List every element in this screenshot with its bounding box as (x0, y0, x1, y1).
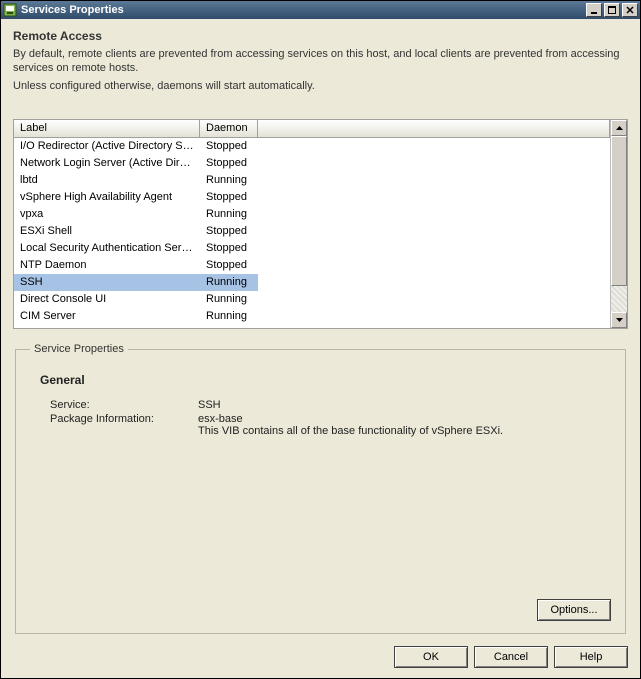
services-table: Label Daemon I/O Redirector (Active Dire… (13, 119, 628, 329)
table-header-row: Label Daemon (14, 120, 610, 138)
section-heading: Remote Access (13, 29, 628, 43)
column-header-label[interactable]: Label (14, 120, 200, 137)
cell-label: Network Login Server (Active Direc... (14, 155, 200, 172)
table-row[interactable]: vpxaRunning (14, 206, 610, 223)
cell-label: vSphere High Availability Agent (14, 189, 200, 206)
cell-label: I/O Redirector (Active Directory Se... (14, 138, 200, 155)
column-header-daemon[interactable]: Daemon (200, 120, 258, 137)
section-description-2: Unless configured otherwise, daemons wil… (13, 79, 628, 93)
table-row[interactable]: SSHRunning (14, 274, 610, 291)
section-description-1: By default, remote clients are prevented… (13, 47, 628, 75)
options-button[interactable]: Options... (537, 599, 611, 621)
package-info-key: Package Information: (50, 413, 198, 437)
scroll-track[interactable] (611, 136, 627, 312)
cell-daemon: Stopped (200, 240, 258, 257)
scroll-up-button[interactable] (611, 120, 627, 136)
cell-daemon: Stopped (200, 155, 258, 172)
package-info-value-2: This VIB contains all of the base functi… (198, 425, 611, 437)
service-key: Service: (50, 399, 198, 411)
scroll-thumb[interactable] (611, 136, 627, 286)
cell-daemon: Running (200, 308, 258, 325)
window: Services Properties Remote Access By def… (0, 0, 641, 679)
table-row[interactable]: I/O Redirector (Active Directory Se...St… (14, 138, 610, 155)
cell-daemon: Stopped (200, 223, 258, 240)
table-row[interactable]: Local Security Authentication Serv...Sto… (14, 240, 610, 257)
dialog-body: Remote Access By default, remote clients… (1, 19, 640, 638)
table-row[interactable]: Network Login Server (Active Direc...Sto… (14, 155, 610, 172)
table-row[interactable]: NTP DaemonStopped (14, 257, 610, 274)
general-heading: General (40, 373, 611, 387)
cell-daemon: Stopped (200, 138, 258, 155)
table-row[interactable]: lbtdRunning (14, 172, 610, 189)
cell-label: Direct Console UI (14, 291, 200, 308)
cell-label: lbtd (14, 172, 200, 189)
cancel-button[interactable]: Cancel (474, 646, 548, 668)
service-properties-legend: Service Properties (30, 343, 128, 355)
cell-label: Local Security Authentication Serv... (14, 240, 200, 257)
help-button[interactable]: Help (554, 646, 628, 668)
table-row[interactable]: CIM ServerRunning (14, 308, 610, 325)
cell-daemon: Running (200, 291, 258, 308)
scrollbar[interactable] (610, 120, 627, 328)
cell-daemon: Stopped (200, 257, 258, 274)
cell-label: SSH (14, 274, 200, 291)
dialog-footer: OK Cancel Help (1, 638, 640, 678)
minimize-button[interactable] (586, 3, 602, 17)
cell-daemon: Running (200, 274, 258, 291)
cell-daemon: Running (200, 172, 258, 189)
cell-label: vpxa (14, 206, 200, 223)
cell-daemon: Running (200, 206, 258, 223)
cell-label: NTP Daemon (14, 257, 200, 274)
column-header-empty[interactable] (258, 120, 610, 137)
ok-button[interactable]: OK (394, 646, 468, 668)
table-row[interactable]: ESXi ShellStopped (14, 223, 610, 240)
scroll-down-button[interactable] (611, 312, 627, 328)
maximize-button[interactable] (604, 3, 620, 17)
close-button[interactable] (622, 3, 638, 17)
table-row[interactable]: vSphere High Availability AgentStopped (14, 189, 610, 206)
titlebar: Services Properties (1, 1, 640, 19)
table-row[interactable]: Direct Console UIRunning (14, 291, 610, 308)
service-properties-group: Service Properties General Service: SSH … (15, 343, 626, 634)
app-icon (3, 3, 17, 17)
service-value: SSH (198, 399, 611, 411)
window-title: Services Properties (21, 4, 584, 16)
cell-label: CIM Server (14, 308, 200, 325)
cell-label: ESXi Shell (14, 223, 200, 240)
cell-daemon: Stopped (200, 189, 258, 206)
package-info-value-1: esx-base (198, 413, 611, 425)
